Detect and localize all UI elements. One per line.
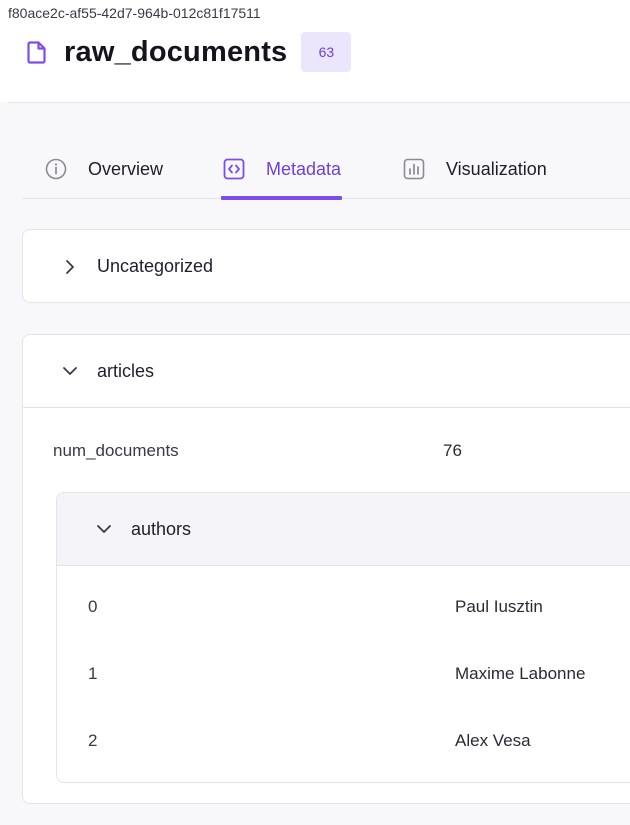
file-icon: [26, 40, 50, 64]
list-item-value: Alex Vesa: [455, 731, 531, 750]
section-articles-toggle[interactable]: articles: [23, 335, 630, 408]
tab-visualization-label: Visualization: [446, 158, 547, 179]
tab-visualization[interactable]: Visualization: [402, 140, 547, 198]
header-divider: [8, 102, 630, 103]
artifact-id: f80ace2c-af55-42d7-964b-012c81f17511: [8, 5, 261, 21]
subsection-authors-label: authors: [131, 518, 192, 539]
metadata-key: num_documents: [53, 441, 179, 460]
tab-overview-label: Overview: [88, 158, 164, 179]
list-item: 1 Maxime Labonne: [57, 654, 630, 694]
subsection-authors: authors 0 Paul Iusztin 1 Maxime Labonne …: [56, 492, 630, 783]
section-articles-label: articles: [97, 360, 155, 381]
list-item-index: 0: [88, 597, 98, 616]
code-icon: [222, 157, 246, 181]
chevron-right-icon: [61, 258, 79, 276]
tab-metadata-label: Metadata: [266, 158, 342, 179]
chevron-down-icon: [61, 362, 79, 380]
tab-overview[interactable]: Overview: [44, 140, 163, 198]
list-item: 2 Alex Vesa: [57, 721, 630, 761]
section-articles: articles num_documents 76 authors 0 Paul…: [22, 334, 630, 804]
chevron-down-icon: [95, 520, 113, 538]
list-item-value: Maxime Labonne: [455, 664, 586, 683]
section-uncategorized-label: Uncategorized: [97, 256, 214, 276]
artifact-header: f80ace2c-af55-42d7-964b-012c81f17511 raw…: [0, 0, 630, 102]
tab-metadata[interactable]: Metadata: [220, 140, 343, 200]
bar-chart-icon: [402, 157, 426, 181]
list-item-value: Paul Iusztin: [455, 597, 543, 616]
section-uncategorized-toggle[interactable]: Uncategorized: [23, 230, 630, 303]
title-row: raw_documents 63: [26, 30, 352, 74]
page-title: raw_documents: [64, 35, 288, 68]
metadata-value: 76: [443, 441, 462, 460]
list-item: 0 Paul Iusztin: [57, 587, 630, 627]
version-badge: 63: [301, 32, 352, 72]
list-item-index: 1: [88, 664, 98, 683]
metadata-row-num-documents: num_documents 76: [53, 431, 623, 471]
tab-bar: Overview Metadata Visualization: [22, 140, 630, 200]
info-icon: [44, 157, 68, 181]
subsection-authors-toggle[interactable]: authors: [57, 493, 630, 566]
section-uncategorized: Uncategorized: [22, 229, 630, 303]
list-item-index: 2: [88, 731, 98, 750]
